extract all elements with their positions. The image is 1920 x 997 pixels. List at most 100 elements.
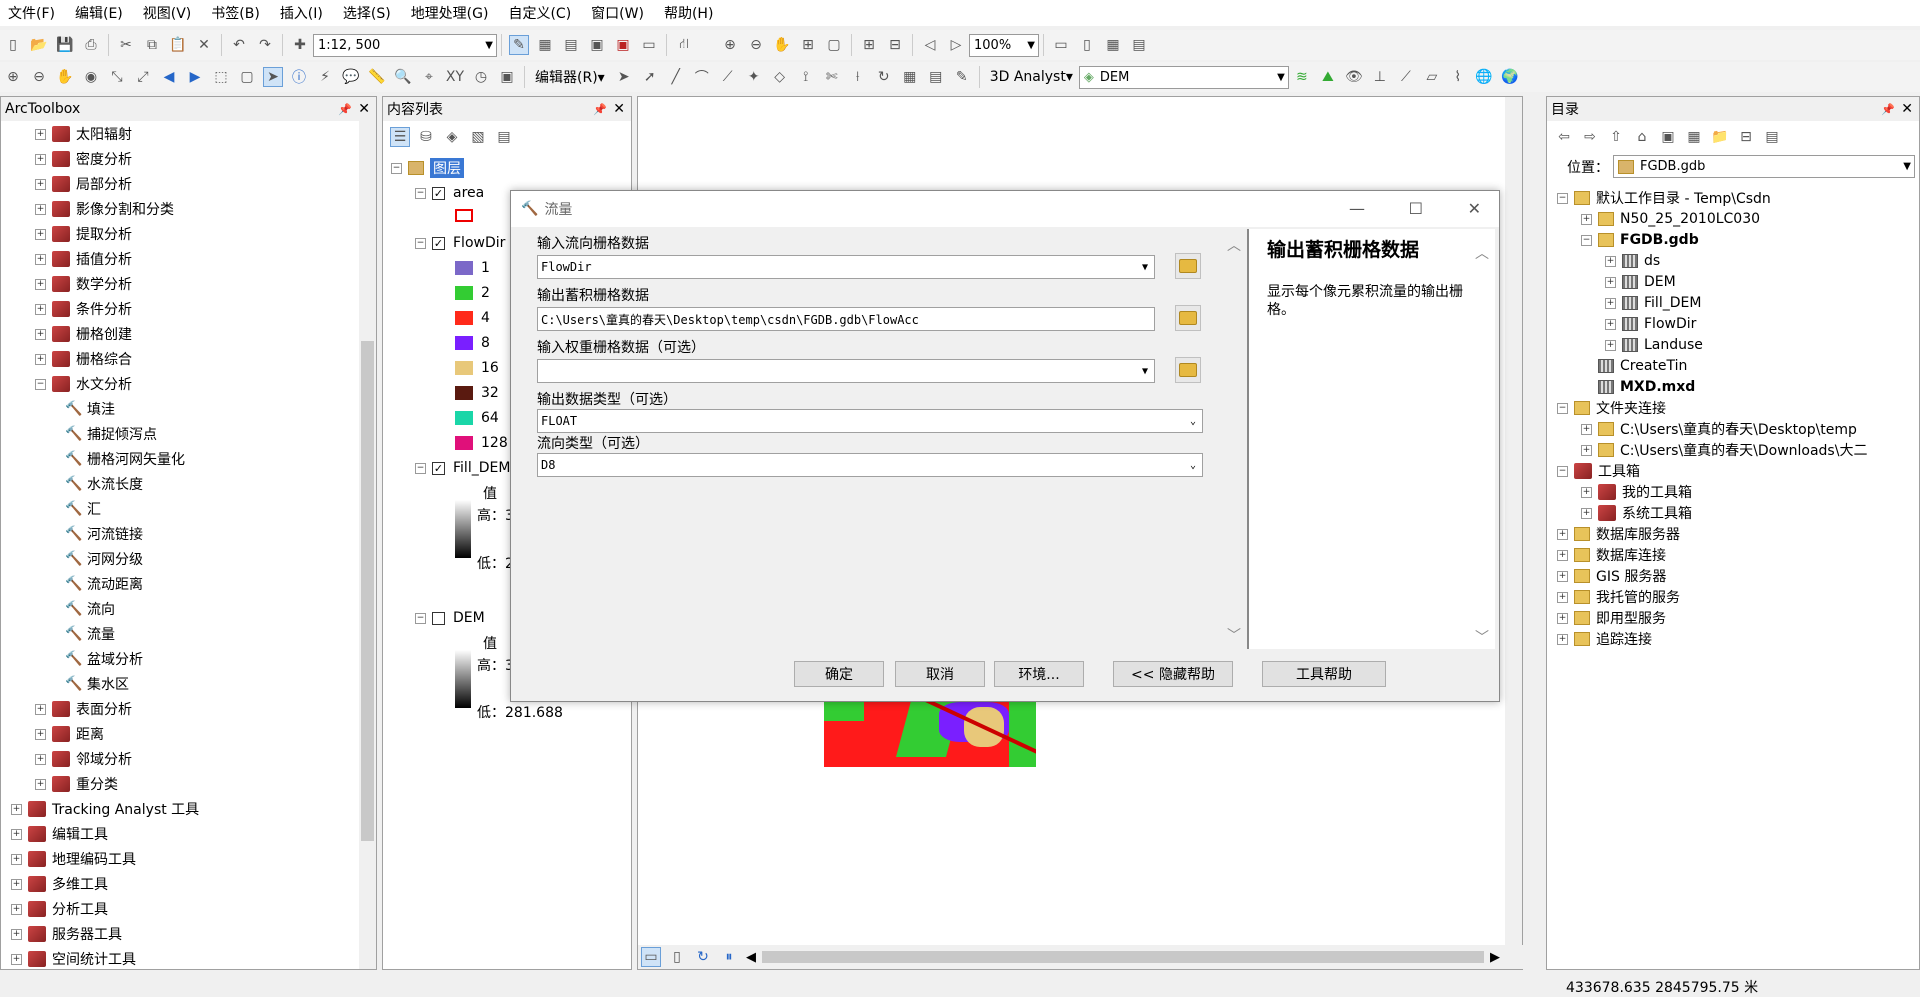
tool-item[interactable]: 🔨 流动距离 <box>65 573 143 595</box>
layer-visibility-checkbox[interactable]: ✓ <box>432 186 445 200</box>
expand-icon[interactable]: + <box>35 203 46 215</box>
expand-icon[interactable]: − <box>1557 402 1568 414</box>
dropdown-icon[interactable]: ▼ <box>1142 262 1148 273</box>
viewer-icon[interactable]: ▣ <box>497 67 517 87</box>
layer-visibility-checkbox[interactable]: ✓ <box>432 236 445 250</box>
hide-help-button[interactable]: << 隐藏帮助 <box>1113 661 1233 687</box>
catalog-item[interactable]: + 数据库服务器 <box>1557 523 1680 545</box>
data-view-icon[interactable]: ▭ <box>641 947 661 967</box>
scale-combo[interactable]: 1:12, 500 ▼ <box>313 33 497 57</box>
contour-icon[interactable]: ≋ <box>1292 67 1312 87</box>
catalog-item[interactable]: + 系统工具箱 <box>1581 502 1692 524</box>
arctoolbox-icon[interactable]: ▣ <box>613 35 633 55</box>
edit-tool-icon[interactable]: ➤ <box>614 67 634 87</box>
cut-polygons-icon[interactable]: ✄ <box>822 67 842 87</box>
output-type-select[interactable]: FLOAT ⌄ <box>537 409 1203 433</box>
python-icon[interactable]: ▭ <box>639 35 659 55</box>
pin-icon[interactable]: 📌 <box>1881 103 1895 116</box>
expand-icon[interactable]: + <box>1605 255 1616 267</box>
cancel-button[interactable]: 取消 <box>895 661 985 687</box>
expand-icon[interactable]: + <box>1581 423 1592 435</box>
redo-icon[interactable]: ↷ <box>255 35 275 55</box>
maximize-icon[interactable]: ☐ <box>1409 199 1423 218</box>
expand-icon[interactable]: − <box>35 378 46 390</box>
editor-toolbar-icon[interactable]: ✎ <box>509 35 529 55</box>
fixed-zoom-in-icon[interactable]: ⤡ <box>107 67 127 87</box>
menu-item[interactable]: 视图(V) <box>143 3 192 23</box>
layer-visibility-checkbox[interactable]: ✓ <box>432 461 445 475</box>
menu-item[interactable]: 帮助(H) <box>664 3 713 23</box>
pin-icon[interactable]: 📌 <box>593 103 607 116</box>
layer-fill-dem[interactable]: − ✓ Fill_DEM <box>415 457 510 479</box>
expand-icon[interactable]: + <box>35 753 46 765</box>
expand-icon[interactable]: + <box>1581 213 1592 225</box>
clear-selection-icon[interactable]: ▢ <box>237 67 257 87</box>
tool-item[interactable]: 🔨 河网分级 <box>65 548 143 570</box>
close-icon[interactable]: ✕ <box>1468 199 1481 218</box>
map-vscroll[interactable] <box>1505 97 1522 945</box>
catalog-item[interactable]: + Fill_DEM <box>1605 292 1701 314</box>
trace-icon[interactable]: ⟋ <box>718 67 738 87</box>
line-of-sight-icon[interactable]: 👁 <box>1344 67 1364 87</box>
expand-icon[interactable]: + <box>35 178 46 190</box>
select-elements-icon[interactable]: ➤ <box>263 67 283 87</box>
measure-icon[interactable]: 📏 <box>367 67 387 87</box>
tool-item[interactable]: 🔨 集水区 <box>65 673 129 695</box>
tool-item[interactable]: 🔨 栅格河网矢量化 <box>65 448 185 470</box>
catalog-item[interactable]: + 数据库连接 <box>1557 544 1666 566</box>
find-route-icon[interactable]: ⌖ <box>419 67 439 87</box>
menu-item[interactable]: 编辑(E) <box>75 3 123 23</box>
expand-icon[interactable]: + <box>1605 276 1616 288</box>
time-slider-icon[interactable]: ◷ <box>471 67 491 87</box>
layout-fixed-zoom-out-icon[interactable]: ⊟ <box>885 35 905 55</box>
scroll-up-icon[interactable]: ︿ <box>1475 243 1489 263</box>
steepest-path-icon[interactable]: ⛰ <box>1318 67 1338 87</box>
catalog-item[interactable]: + GIS 服务器 <box>1557 565 1666 587</box>
expand-icon[interactable]: + <box>1605 297 1616 309</box>
toolset-item[interactable]: + 栅格综合 <box>35 348 132 370</box>
catalog-item[interactable]: + FlowDir <box>1605 313 1696 335</box>
point-icon[interactable]: ✦ <box>744 67 764 87</box>
expand-icon[interactable]: + <box>35 153 46 165</box>
editor-menu[interactable]: 编辑器(R)▾ <box>535 67 605 87</box>
catalog-item[interactable]: − FGDB.gdb <box>1581 229 1699 251</box>
toggle-draft-icon[interactable]: ▭ <box>1051 35 1071 55</box>
forward-extent-icon[interactable]: ▶ <box>185 67 205 87</box>
browse-button[interactable] <box>1175 305 1201 331</box>
expand-icon[interactable]: − <box>1557 192 1568 204</box>
catalog-window-icon[interactable]: ▤ <box>561 35 581 55</box>
browse-button[interactable] <box>1175 357 1201 383</box>
rotate-icon[interactable]: ↻ <box>874 67 894 87</box>
catalog-item[interactable]: CreateTin <box>1581 355 1687 377</box>
toolset-item[interactable]: + 邻域分析 <box>35 748 132 770</box>
layout-view-icon[interactable]: ▯ <box>667 947 687 967</box>
environments-button[interactable]: 环境... <box>994 661 1084 687</box>
interpolate-point-icon[interactable]: ⊥ <box>1370 67 1390 87</box>
connect-folder-icon[interactable]: 📁 <box>1710 127 1730 147</box>
tool-item[interactable]: 🔨 流向 <box>65 598 115 620</box>
minimize-icon[interactable]: — <box>1349 199 1365 218</box>
tool-item[interactable]: 🔨 河流链接 <box>65 523 143 545</box>
arcscene-icon[interactable]: 🌐 <box>1474 67 1494 87</box>
input-flowdir-field[interactable]: FlowDir ▼ <box>537 255 1155 279</box>
zoom-combo[interactable]: 100% ▼ <box>969 33 1039 57</box>
browse-button[interactable] <box>1175 253 1201 279</box>
layout-full-icon[interactable]: ⊞ <box>798 35 818 55</box>
catalog-item[interactable]: + C:\Users\童真的春天\Downloads\大二 <box>1581 439 1867 461</box>
html-popup-icon[interactable]: 💬 <box>341 67 361 87</box>
catalog-item[interactable]: − 文件夹连接 <box>1557 397 1666 419</box>
expand-icon[interactable]: − <box>1557 465 1568 477</box>
map-hscroll[interactable] <box>762 951 1484 963</box>
expand-icon[interactable]: − <box>1581 234 1592 246</box>
toolset-item[interactable]: + 多维工具 <box>11 873 108 895</box>
scroll-down-icon[interactable]: ﹀ <box>1475 627 1489 647</box>
pan-icon[interactable]: ✋ <box>55 67 75 87</box>
dropdown-icon[interactable]: ▼ <box>1142 366 1148 377</box>
ok-button[interactable]: 确定 <box>794 661 884 687</box>
catalog-options-icon[interactable]: ▤ <box>1762 127 1782 147</box>
find-icon[interactable]: 🔍 <box>393 67 413 87</box>
expand-icon[interactable]: + <box>1557 528 1568 540</box>
modelbuilder-icon[interactable]: ⛙ <box>674 35 694 55</box>
split-icon[interactable]: ⟊ <box>848 67 868 87</box>
list-by-visibility-icon[interactable]: ◈ <box>442 127 462 147</box>
